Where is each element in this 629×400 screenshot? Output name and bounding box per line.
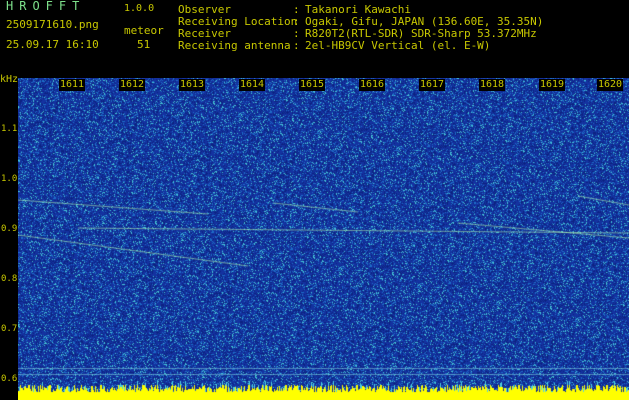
- antenna-colon: :: [293, 39, 300, 52]
- location-value: Ogaki, Gifu, JAPAN (136.60E, 35.35N): [305, 15, 544, 28]
- y-tick-0-8: 0.8: [1, 274, 18, 284]
- x-tick-1614: 1614: [239, 79, 266, 91]
- app-title: HROFFT: [6, 0, 86, 13]
- x-tick-1618: 1618: [479, 79, 506, 91]
- location-label: Receiving Location: [178, 15, 298, 28]
- x-tick-1611: 1611: [59, 79, 86, 91]
- spectrogram-image: [18, 78, 629, 400]
- observer-colon: :: [293, 3, 300, 16]
- x-tick-1620: 1620: [597, 79, 624, 91]
- x-tick-1613: 1613: [179, 79, 206, 91]
- x-tick-1612: 1612: [119, 79, 146, 91]
- frequency-axis: [0, 70, 18, 400]
- y-tick-0-7: 0.7: [1, 324, 18, 334]
- meteor-count: 51: [137, 38, 151, 51]
- antenna-value: 2el-HB9CV Vertical (el. E-W): [305, 39, 491, 52]
- receiver-value: R820T2(RTL-SDR) SDR-Sharp 53.372MHz: [305, 27, 537, 40]
- observer-label: Observer: [178, 3, 231, 16]
- y-tick-0-9: 0.9: [1, 224, 18, 234]
- receiver-colon: :: [293, 27, 300, 40]
- meteor-label: meteor: [124, 24, 164, 37]
- header-panel: HROFFT 1.0.0 2509171610.png meteor 25.09…: [0, 0, 629, 70]
- observation-datetime: 25.09.17 16:10: [6, 38, 99, 51]
- observer-value: Takanori Kawachi: [305, 3, 411, 16]
- y-tick-0-6: 0.6: [1, 374, 18, 384]
- file-name: 2509171610.png: [6, 18, 99, 31]
- x-tick-1615: 1615: [299, 79, 326, 91]
- x-tick-1617: 1617: [419, 79, 446, 91]
- y-tick-1-1: 1.1: [1, 124, 18, 134]
- antenna-label: Receiving antenna: [178, 39, 291, 52]
- app-version: 1.0.0: [124, 3, 155, 14]
- khz-unit-label: kHz: [0, 74, 19, 85]
- y-tick-1-0: 1.0: [1, 174, 18, 184]
- x-tick-1619: 1619: [539, 79, 566, 91]
- location-colon: :: [293, 15, 300, 28]
- x-tick-1616: 1616: [359, 79, 386, 91]
- receiver-label: Receiver: [178, 27, 231, 40]
